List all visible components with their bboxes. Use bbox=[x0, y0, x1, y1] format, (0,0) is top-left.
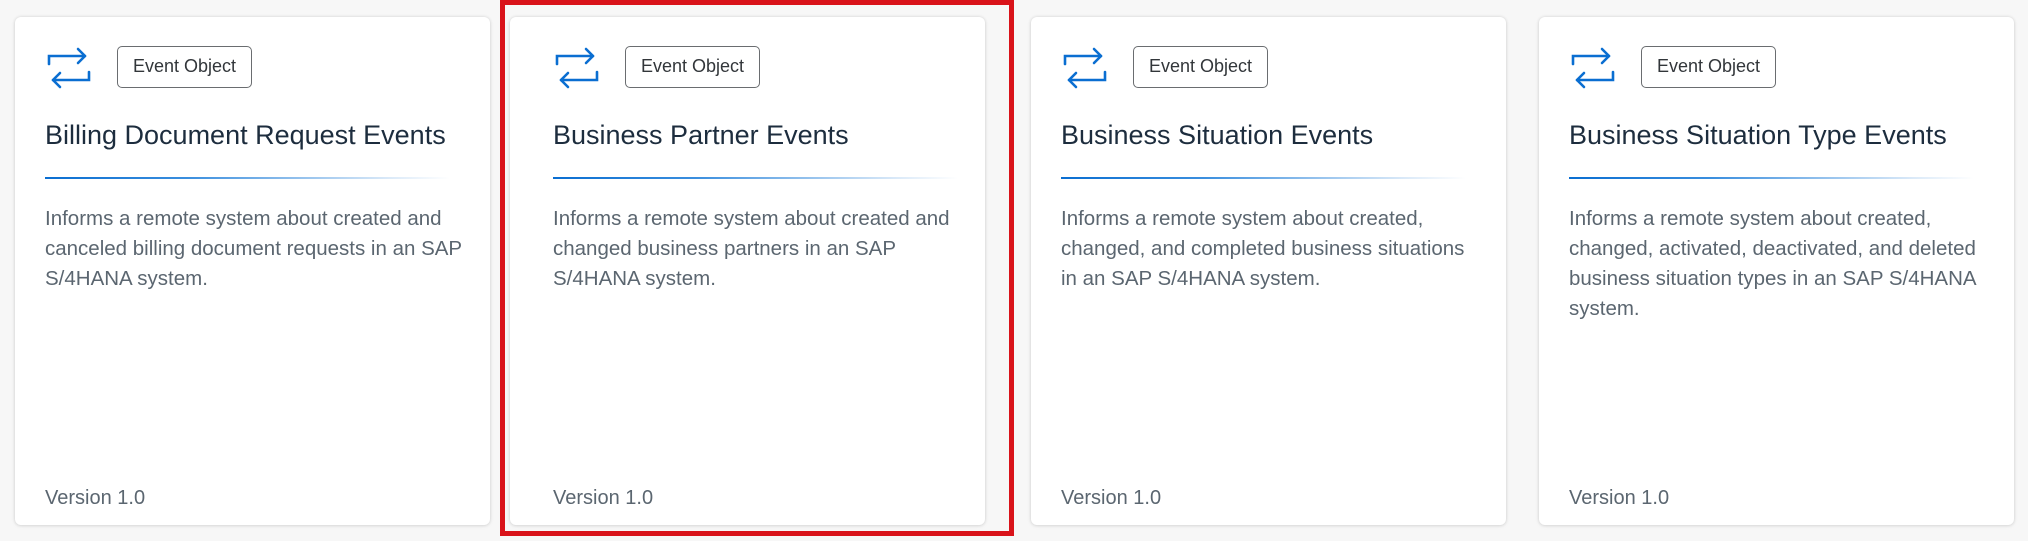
card-content: Event Object Billing Document Request Ev… bbox=[45, 17, 462, 525]
event-object-badge: Event Object bbox=[1641, 46, 1777, 88]
card-description: Informs a remote system about created, c… bbox=[1061, 207, 1465, 290]
card-description: Informs a remote system about created an… bbox=[45, 207, 462, 290]
card-title[interactable]: Business Situation Type Events bbox=[1569, 120, 1947, 151]
title-divider bbox=[45, 177, 450, 179]
card-description: Informs a remote system about created an… bbox=[553, 207, 950, 290]
card-business-situation-type-events[interactable]: Event Object Business Situation Type Eve… bbox=[1539, 17, 2014, 525]
title-divider bbox=[1061, 177, 1466, 179]
card-content: Event Object Business Situation Type Eve… bbox=[1569, 17, 1984, 525]
card-business-situation-events[interactable]: Event Object Business Situation Events I… bbox=[1031, 17, 1506, 525]
event-object-badge: Event Object bbox=[117, 46, 253, 88]
event-card-grid: Event Object Billing Document Request Ev… bbox=[0, 0, 2028, 541]
card-billing-document-request-events[interactable]: Event Object Billing Document Request Ev… bbox=[15, 17, 490, 525]
card-description: Informs a remote system about created, c… bbox=[1569, 207, 1976, 320]
event-object-badge: Event Object bbox=[625, 46, 761, 88]
card-version: Version 1.0 bbox=[1569, 487, 1670, 509]
card-content: Event Object Business Situation Events I… bbox=[1061, 17, 1476, 525]
title-divider bbox=[553, 177, 958, 179]
sync-arrows-icon bbox=[45, 44, 93, 92]
title-divider bbox=[1569, 177, 1974, 179]
card-version: Version 1.0 bbox=[1061, 487, 1162, 509]
sync-arrows-icon bbox=[553, 44, 601, 92]
card-content: Event Object Business Partner Events Inf… bbox=[553, 17, 958, 525]
card-version: Version 1.0 bbox=[45, 487, 146, 509]
card-version: Version 1.0 bbox=[553, 487, 654, 509]
card-title[interactable]: Business Partner Events bbox=[553, 120, 849, 151]
card-title[interactable]: Business Situation Events bbox=[1061, 120, 1373, 151]
sync-arrows-icon bbox=[1569, 44, 1617, 92]
card-title[interactable]: Billing Document Request Events bbox=[45, 120, 446, 151]
event-object-badge: Event Object bbox=[1133, 46, 1269, 88]
sync-arrows-icon bbox=[1061, 44, 1109, 92]
card-business-partner-events[interactable]: Event Object Business Partner Events Inf… bbox=[510, 17, 985, 525]
